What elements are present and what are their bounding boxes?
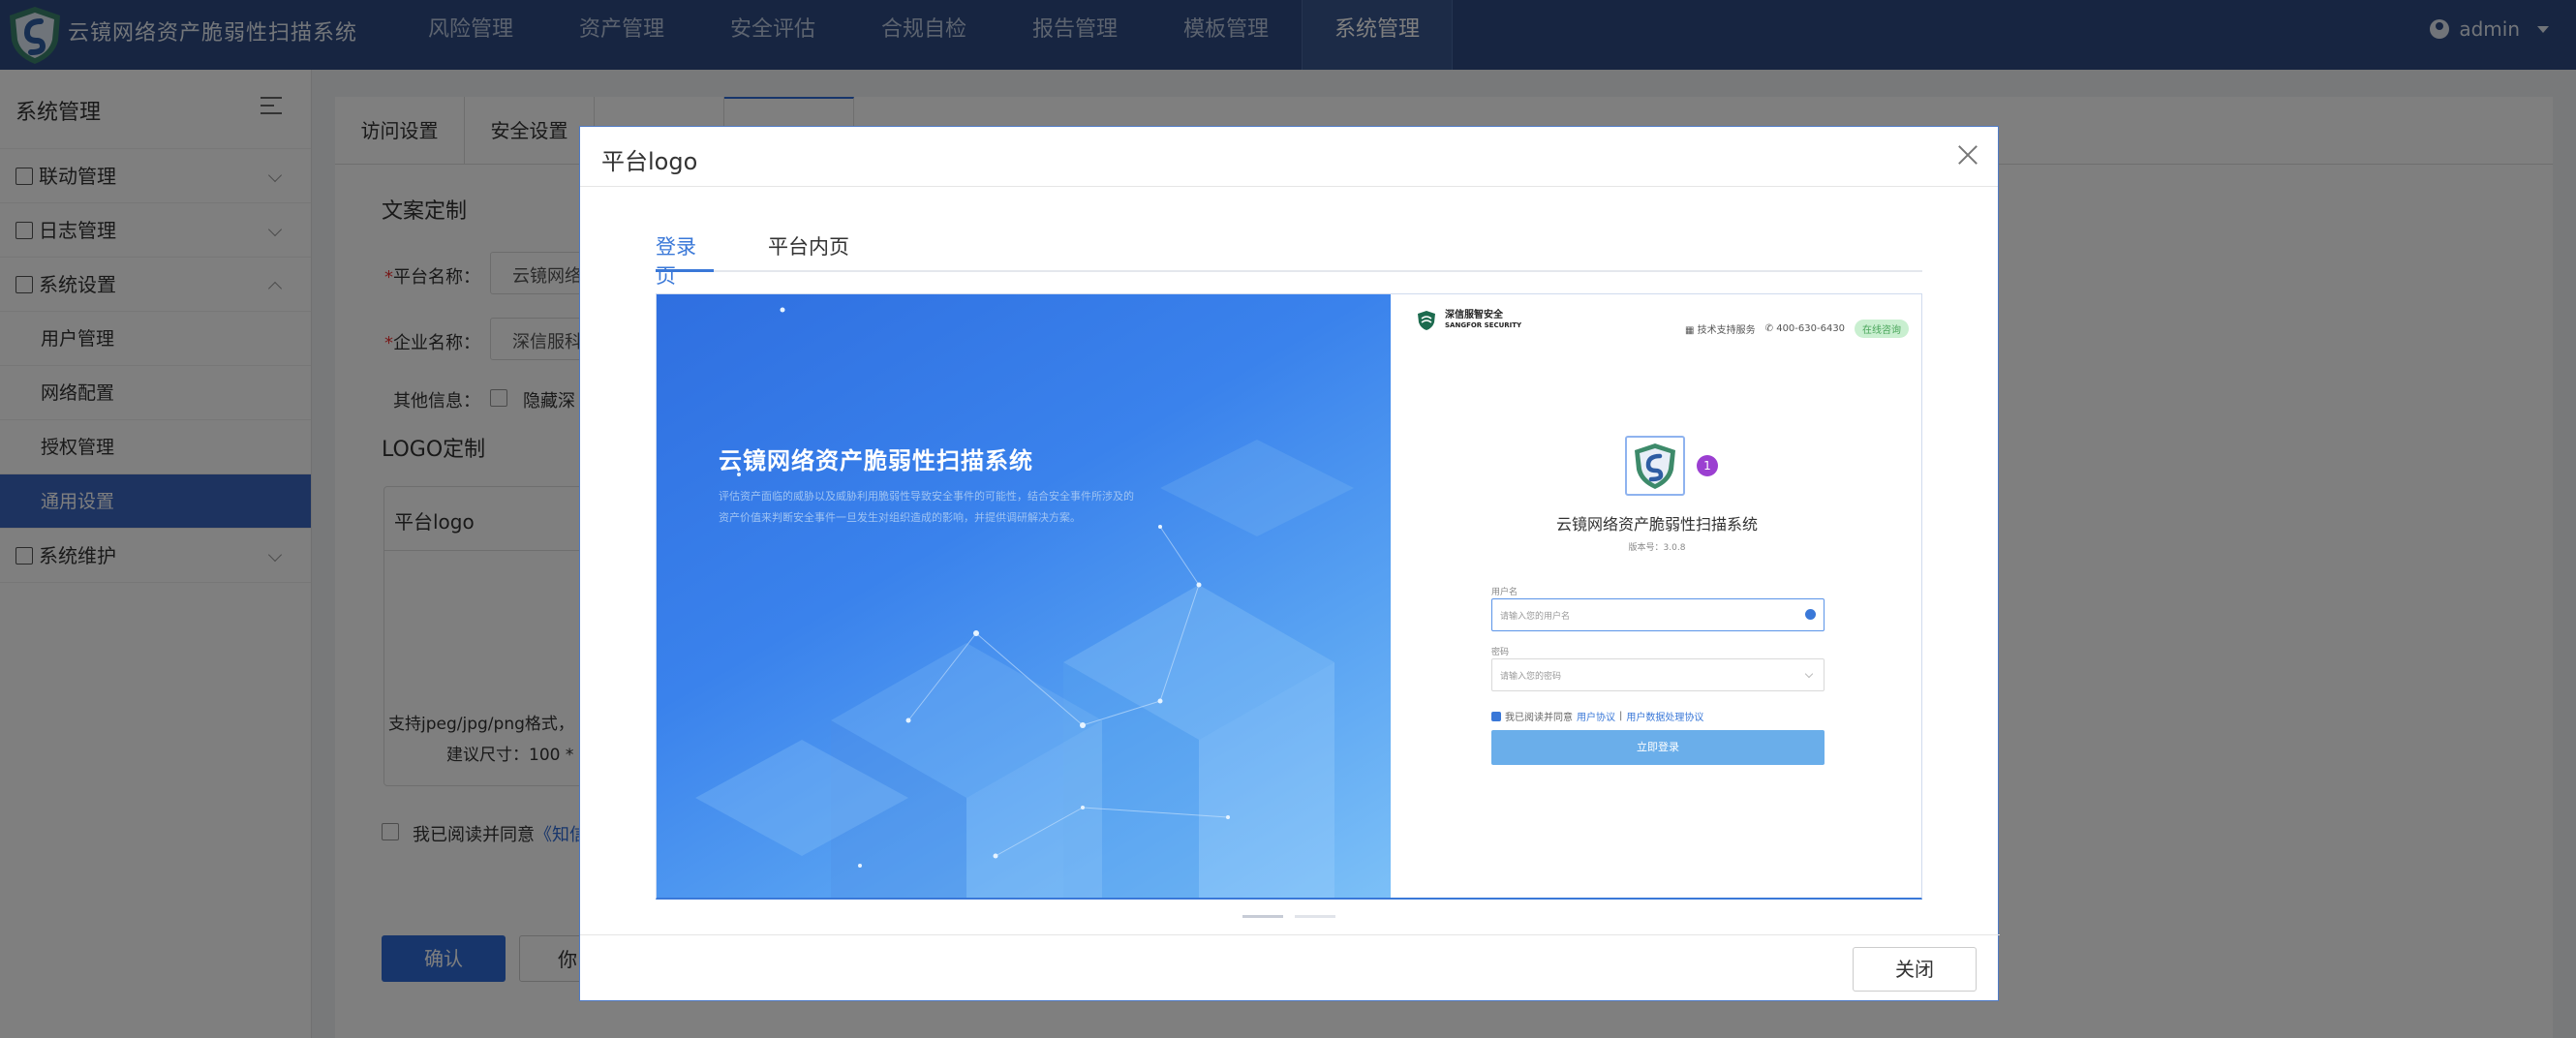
password-label: 密码 — [1491, 648, 1510, 657]
preview-agree-row: 我已阅读并同意 用户协议 | 用户数据处理协议 — [1491, 709, 1703, 723]
step-badge: 1 — [1697, 455, 1718, 476]
tab-platform-inner-page[interactable]: 平台内页 — [768, 231, 849, 272]
banner-background-graphic — [695, 307, 1354, 898]
carousel-indicators — [1242, 915, 1335, 918]
brand-logo: 深信服智安全 SANGFOR SECURITY — [1416, 310, 1521, 331]
preview-agree-checkbox[interactable] — [1491, 711, 1501, 721]
preview-banner-description: 评估资产面临的威胁以及威胁利用脆弱性导致安全事件的可能性，结合安全事件所涉及的资… — [719, 490, 1134, 524]
preview-login-panel: 深信服智安全 SANGFOR SECURITY ▦ 技术支持服务 ✆ 400-6… — [1391, 294, 1921, 898]
preview-tabs: 登录页 平台内页 — [656, 231, 1922, 288]
data-agreement-link[interactable]: 用户数据处理协议 — [1626, 709, 1703, 723]
phone-number: ✆ 400-630-6430 — [1764, 323, 1846, 334]
preview-system-name: 云镜网络资产脆弱性扫描系统 — [1555, 515, 1758, 534]
online-consult-button[interactable]: 在线咨询 — [1855, 320, 1910, 338]
close-button[interactable]: 关闭 — [1853, 947, 1977, 992]
tab-login-page[interactable]: 登录页 — [656, 231, 714, 288]
username-field[interactable]: 请输入您的用户名 — [1491, 598, 1825, 631]
close-icon[interactable] — [1957, 144, 1978, 166]
support-link[interactable]: ▦ 技术支持服务 — [1685, 321, 1756, 336]
password-field[interactable]: 请输入您的密码 — [1491, 658, 1825, 691]
support-info: ▦ 技术支持服务 ✆ 400-630-6430 在线咨询 — [1685, 320, 1910, 338]
carousel-dot[interactable] — [1242, 915, 1283, 918]
brand-en: SANGFOR SECURITY — [1445, 321, 1522, 329]
info-icon — [1805, 609, 1816, 620]
brand-cn: 深信服智安全 — [1445, 310, 1503, 321]
dialog-footer: 关闭 — [580, 934, 2000, 1002]
sangfor-logo-icon — [1418, 311, 1435, 330]
preview-version: 版本号：3.0.8 — [1628, 543, 1686, 553]
carousel-dot[interactable] — [1295, 915, 1335, 918]
dialog-title: 平台logo — [601, 148, 698, 175]
username-label: 用户名 — [1491, 588, 1518, 597]
preview-banner: 云镜网络资产脆弱性扫描系统 评估资产面临的威胁以及威胁利用脆弱性导致安全事件的可… — [657, 294, 1391, 898]
user-agreement-link[interactable]: 用户协议 — [1577, 709, 1615, 723]
platform-logo-dialog: 平台logo 登录页 平台内页 云镜网络资产脆弱性扫描系统 评估资产面临的威胁以… — [579, 126, 2000, 1002]
preview-login-button[interactable]: 立即登录 — [1491, 730, 1825, 765]
preview-banner-title: 云镜网络资产脆弱性扫描系统 — [719, 447, 1033, 474]
platform-logo-image — [1625, 436, 1685, 496]
chevron-down-icon — [1804, 669, 1814, 679]
dialog-header: 平台logo — [580, 127, 1998, 187]
login-page-preview: 云镜网络资产脆弱性扫描系统 评估资产面临的威胁以及威胁利用脆弱性导致安全事件的可… — [656, 293, 1922, 900]
